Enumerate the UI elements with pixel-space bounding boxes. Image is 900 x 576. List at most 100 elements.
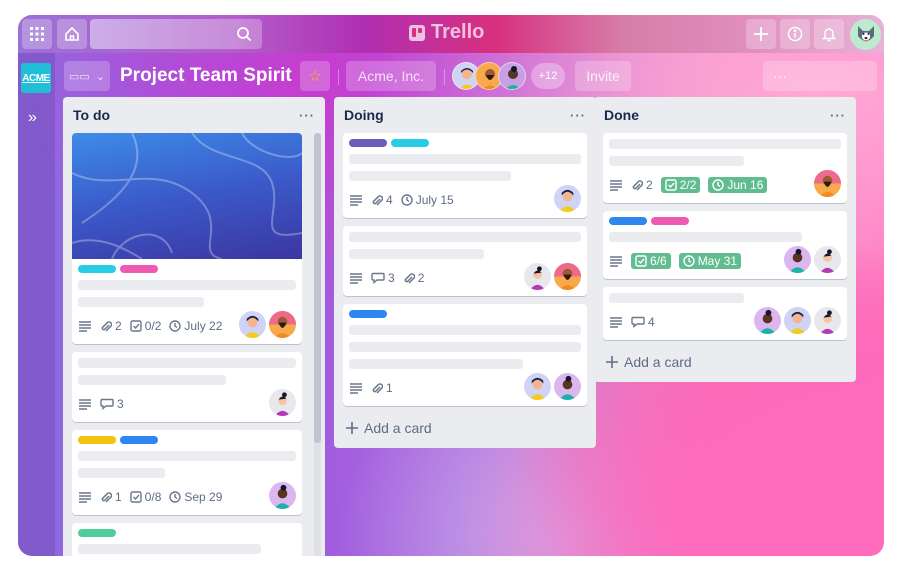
double-chevron-right-icon[interactable]: » [28, 109, 37, 127]
list-header[interactable]: To do ··· [63, 97, 325, 133]
workspace-button[interactable]: Acme, Inc. [346, 61, 436, 91]
comments-badge: 3 [371, 271, 395, 285]
list-header[interactable]: Doing ··· [334, 97, 596, 133]
card-label[interactable] [78, 436, 116, 444]
profile-avatar[interactable] [850, 19, 881, 50]
due-date-complete-badge[interactable]: May 31 [678, 253, 742, 269]
due-date: July 15 [415, 193, 454, 207]
member-avatar-teal-person[interactable] [754, 307, 781, 334]
add-card-button[interactable]: Add a card [594, 348, 856, 382]
description-icon [350, 383, 362, 394]
card-label[interactable] [78, 265, 116, 273]
card[interactable] [72, 523, 302, 556]
due-date-badge[interactable]: July 15 [400, 193, 454, 207]
info-button[interactable] [780, 19, 810, 49]
card-title-placeholder [349, 154, 581, 164]
attachments-badge: 2 [100, 319, 122, 333]
card-title-placeholder [78, 297, 205, 307]
invite-button[interactable]: Invite [575, 61, 631, 91]
description-badge [349, 382, 363, 394]
card-cover-image [72, 133, 302, 259]
list-header[interactable]: Done ··· [594, 97, 856, 133]
list-menu-button[interactable]: ··· [570, 108, 586, 123]
list-done: Done ··· 2 2/2 Jun 16 6/6 May 31 4 Add a card [594, 97, 856, 382]
description-badge [78, 491, 92, 503]
card-title-placeholder [349, 249, 484, 259]
card-label[interactable] [120, 265, 158, 273]
due-date-badge[interactable]: Sep 29 [169, 490, 222, 504]
home-button[interactable] [57, 19, 87, 49]
board-view-switcher[interactable]: ▭▭ ⌄ [64, 61, 110, 91]
list-menu-button[interactable]: ··· [299, 108, 315, 123]
apps-button[interactable] [22, 19, 52, 49]
husky-avatar-icon [857, 25, 874, 42]
member-avatar-bearded-person[interactable] [269, 311, 296, 338]
card[interactable]: 2 0/2 July 22 [72, 133, 302, 344]
member-avatar-yellow-person[interactable] [524, 373, 551, 400]
card-label[interactable] [391, 139, 429, 147]
due-date: Jun 16 [727, 178, 764, 192]
member-avatar-teal-person[interactable] [554, 373, 581, 400]
comments-badge: 4 [631, 315, 655, 329]
divider [338, 69, 339, 85]
member-avatar-bun-person[interactable] [814, 307, 841, 334]
description-badge [78, 320, 92, 332]
paperclip-icon [101, 320, 112, 332]
member-avatar[interactable] [498, 62, 526, 90]
member-avatar-yellow-person[interactable] [554, 185, 581, 212]
board-title[interactable]: Project Team Spirit [120, 65, 292, 87]
card[interactable]: 2 2/2 Jun 16 [603, 133, 847, 203]
member-avatar-bun-person[interactable] [269, 389, 296, 416]
card-labels [349, 310, 581, 318]
card[interactable]: 3 [72, 352, 302, 422]
card-label[interactable] [78, 529, 116, 537]
add-card-button[interactable]: Add a card [334, 414, 596, 448]
card[interactable]: 1 0/8 Sep 29 [72, 430, 302, 515]
card[interactable]: 6/6 May 31 [603, 211, 847, 279]
card-label[interactable] [120, 436, 158, 444]
list-title[interactable]: Doing [344, 107, 384, 123]
search-icon [237, 27, 252, 42]
member-avatar-bearded-person[interactable] [554, 263, 581, 290]
card[interactable]: 4 July 15 [343, 133, 587, 218]
search-input[interactable] [90, 19, 262, 49]
card[interactable]: 32 [343, 226, 587, 296]
list-scrollbar[interactable] [314, 133, 321, 556]
card-title-placeholder [78, 544, 262, 554]
create-button[interactable] [746, 19, 776, 49]
attachments-badge: 1 [371, 381, 393, 395]
member-avatar-teal-person[interactable] [784, 246, 811, 273]
description-icon [350, 273, 362, 284]
due-date-badge[interactable]: July 22 [169, 319, 222, 333]
member-avatar-bun-person[interactable] [814, 246, 841, 273]
list-title[interactable]: Done [604, 107, 639, 123]
attachments-badge: 1 [100, 490, 122, 504]
member-avatar-bun-person[interactable] [524, 263, 551, 290]
due-date-complete-badge[interactable]: Jun 16 [708, 177, 768, 193]
card-label[interactable] [349, 139, 387, 147]
more-members-badge[interactable]: +12 [531, 63, 565, 89]
scrollbar-thumb[interactable] [314, 133, 321, 443]
card-label[interactable] [651, 217, 689, 225]
member-avatar-yellow-person[interactable] [239, 311, 266, 338]
add-card-label: Add a card [624, 354, 692, 370]
card-badges: 2 2/2 Jun 16 [609, 173, 841, 197]
checklist-badge: 0/2 [129, 319, 161, 333]
card[interactable]: 1 [343, 304, 587, 406]
card[interactable]: 4 [603, 287, 847, 340]
member-avatar-yellow-person[interactable] [784, 307, 811, 334]
member-avatar-teal-person[interactable] [269, 482, 296, 509]
list-menu-button[interactable]: ··· [830, 108, 846, 123]
workspace-badge[interactable]: ACME [21, 63, 51, 93]
checklist-icon [635, 255, 647, 267]
board-menu-button[interactable]: ··· [763, 61, 877, 91]
card-title-placeholder [609, 156, 744, 166]
clock-icon [169, 320, 182, 332]
notifications-button[interactable] [814, 19, 844, 49]
member-avatar-bearded-person[interactable] [814, 170, 841, 197]
list-title[interactable]: To do [73, 107, 110, 123]
star-button[interactable]: ☆ [300, 61, 330, 91]
trello-logo[interactable]: Trello [409, 21, 484, 44]
card-label[interactable] [609, 217, 647, 225]
card-label[interactable] [349, 310, 387, 318]
